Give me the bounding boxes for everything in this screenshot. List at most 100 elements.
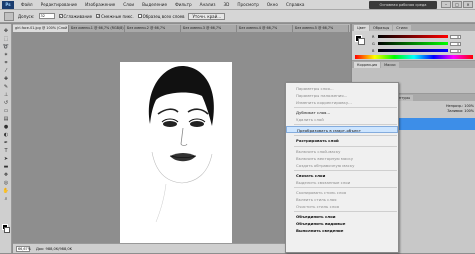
menu-item-enable-layer-mask: Включить слой-маску <box>296 149 341 154</box>
3d-orbit-tool-icon[interactable]: ◎ <box>2 179 10 186</box>
menu-filter[interactable]: Фильтр <box>171 2 196 7</box>
menu-separator <box>294 124 397 125</box>
refine-edge-button[interactable]: Уточн. край... <box>188 12 226 20</box>
layer-options: Непрозр.: 100% Заливка: 100% <box>390 104 474 116</box>
color-slider-r[interactable]: R 0 <box>372 34 461 39</box>
sample-all-checkbox[interactable]: Образец всех слоев <box>137 13 185 19</box>
channel-value[interactable]: 0 <box>450 48 461 53</box>
menu-item-copy-layer-style: Скопировать стиль слоя <box>296 190 347 195</box>
color-slider-b[interactable]: B 0 <box>372 48 461 53</box>
document-tab[interactable]: girl-face-01.jpg @ 100% (Слой 0, RGB/8) <box>13 25 69 32</box>
channel-value[interactable]: 0 <box>450 34 461 39</box>
move-tool-icon[interactable]: ✥ <box>2 27 10 34</box>
photoshop-logo: Ps <box>2 0 14 9</box>
menu-layer[interactable]: Слои <box>119 2 138 7</box>
magic-wand-tool-icon[interactable]: ✶ <box>2 51 10 58</box>
menu-bar: Ps Файл Редактирование Изображение Слои … <box>0 0 475 10</box>
document-tab[interactable]: Без имени-1 @ 66,7% (RGB/8) <box>69 25 125 32</box>
document-tab-bar: girl-face-01.jpg @ 100% (Слой 0, RGB/8) … <box>13 24 350 32</box>
document-tab[interactable]: Без имени-5 @ 66,7% <box>293 25 349 32</box>
tolerance-input[interactable]: 32 <box>38 13 55 19</box>
channel-value[interactable]: 0 <box>450 41 461 46</box>
magic-wand-tool-preset-icon[interactable] <box>4 11 14 21</box>
portrait-image <box>148 66 214 223</box>
menu-separator <box>294 187 397 188</box>
healing-brush-tool-icon[interactable]: ✚ <box>2 75 10 82</box>
history-brush-tool-icon[interactable]: ↺ <box>2 99 10 106</box>
brush-tool-icon[interactable]: ✎ <box>2 83 10 90</box>
menu-item-convert-to-smart-object[interactable]: Преобразовать в смарт-объект <box>286 126 398 133</box>
panel-background-swatch[interactable] <box>358 38 365 45</box>
close-button[interactable]: × <box>463 1 473 8</box>
shape-tool-icon[interactable]: ▬ <box>2 163 10 170</box>
eraser-tool-icon[interactable]: ▭ <box>2 107 10 114</box>
menu-item-blending-options: Параметры наложения... <box>296 93 348 98</box>
menu-item-link-layers[interactable]: Связать слои <box>286 172 398 179</box>
zoom-tool-icon[interactable]: ⌕ <box>2 195 10 202</box>
menu-edit[interactable]: Редактирование <box>37 2 82 7</box>
crop-tool-icon[interactable]: ⌗ <box>2 59 10 66</box>
pen-tool-icon[interactable]: ✒ <box>2 139 10 146</box>
marquee-tool-icon[interactable]: ⬚ <box>2 35 10 42</box>
menu-item-rasterize-layer[interactable]: Растрировать слой <box>286 137 398 144</box>
document-tab[interactable]: Без имени-4 @ 66,7% <box>237 25 293 32</box>
selected-layer-row[interactable] <box>390 118 475 130</box>
minimize-button[interactable]: – <box>441 1 451 8</box>
path-selection-tool-icon[interactable]: ➤ <box>2 155 10 162</box>
type-tool-icon[interactable]: T <box>2 147 10 154</box>
menu-analysis[interactable]: Анализ <box>196 2 220 7</box>
antialias-checkbox[interactable]: ✓ Сглаживание <box>58 14 92 19</box>
maximize-button[interactable]: □ <box>452 1 462 8</box>
color-spectrum-bar[interactable] <box>355 55 473 59</box>
menu-separator <box>294 170 397 171</box>
3d-rotate-tool-icon[interactable]: ❖ <box>2 171 10 178</box>
menu-3d[interactable]: 3D <box>219 2 233 7</box>
menu-item-paste-layer-style: Вклеить стиль слоя <box>296 197 337 202</box>
tab-masks[interactable]: Маски <box>381 62 399 68</box>
menu-item-layer-properties: Параметры слоя... <box>296 86 334 91</box>
channel-label: G <box>372 41 375 46</box>
contiguous-label: Смежные пикс. <box>101 13 134 19</box>
color-panel: R 0 G 0 B 0 <box>352 31 475 60</box>
menu-window[interactable]: Окно <box>263 2 282 7</box>
menu-item-select-linked-layers: Выделить связанные слои <box>296 180 351 185</box>
menu-file[interactable]: Файл <box>17 2 37 7</box>
channel-label: R <box>372 34 375 39</box>
menu-item-merge-visible[interactable]: Объединить видимые <box>286 220 398 227</box>
blur-tool-icon[interactable]: ● <box>2 123 10 130</box>
dodge-tool-icon[interactable]: ◐ <box>2 131 10 138</box>
color-panel-tabs: Цвет Образцы Стили <box>352 24 475 31</box>
document-canvas[interactable] <box>120 62 232 248</box>
menu-image[interactable]: Изображение <box>81 2 119 7</box>
menu-item-merge-layers[interactable]: Объединить слои <box>286 213 398 220</box>
lasso-tool-icon[interactable]: ➰ <box>2 43 10 50</box>
tab-adjustments[interactable]: Коррекция <box>354 62 381 68</box>
fill-field[interactable]: Заливка: 100% <box>390 109 474 114</box>
zoom-level-field[interactable]: 66,67% <box>16 245 31 252</box>
slider-track[interactable] <box>378 35 448 38</box>
menu-item-create-clipping-mask: Создать обтравочную маску <box>296 163 355 168</box>
slider-track[interactable] <box>378 42 448 45</box>
menu-view[interactable]: Просмотр <box>233 2 263 7</box>
menu-item-flatten-image[interactable]: Выполнить сведение <box>286 227 398 234</box>
gradient-tool-icon[interactable]: ▤ <box>2 115 10 122</box>
tolerance-label: Допуск: <box>18 13 35 19</box>
background-color-swatch[interactable] <box>4 227 10 233</box>
clone-stamp-tool-icon[interactable]: ⊥ <box>2 91 10 98</box>
menu-select[interactable]: Выделение <box>138 2 171 7</box>
contiguous-checkbox[interactable]: ✓ Смежные пикс. <box>96 13 134 19</box>
sample-all-label: Образец всех слоев <box>142 13 185 19</box>
checkbox-empty-icon <box>137 14 142 18</box>
menu-item-duplicate-layer[interactable]: Дубликат слоя... <box>286 109 398 116</box>
slider-track[interactable] <box>378 49 448 52</box>
hand-tool-icon[interactable]: ✋ <box>2 187 10 194</box>
window-controls: – □ × <box>441 1 473 8</box>
menu-help[interactable]: Справка <box>282 2 308 7</box>
document-tab[interactable]: Без имени-3 @ 66,7% <box>181 25 237 32</box>
document-tab[interactable]: Без имени-2 @ 66,7% <box>125 25 181 32</box>
menu-item-edit-adjustment: Изменить корректировку... <box>296 100 352 105</box>
eyedropper-tool-icon[interactable]: ⁄ <box>2 67 10 74</box>
color-slider-g[interactable]: G 0 <box>372 41 461 46</box>
layer-context-menu: Параметры слоя... Параметры наложения...… <box>285 82 399 253</box>
workspace-switcher-button[interactable]: Основная рабочая среда <box>369 1 437 9</box>
